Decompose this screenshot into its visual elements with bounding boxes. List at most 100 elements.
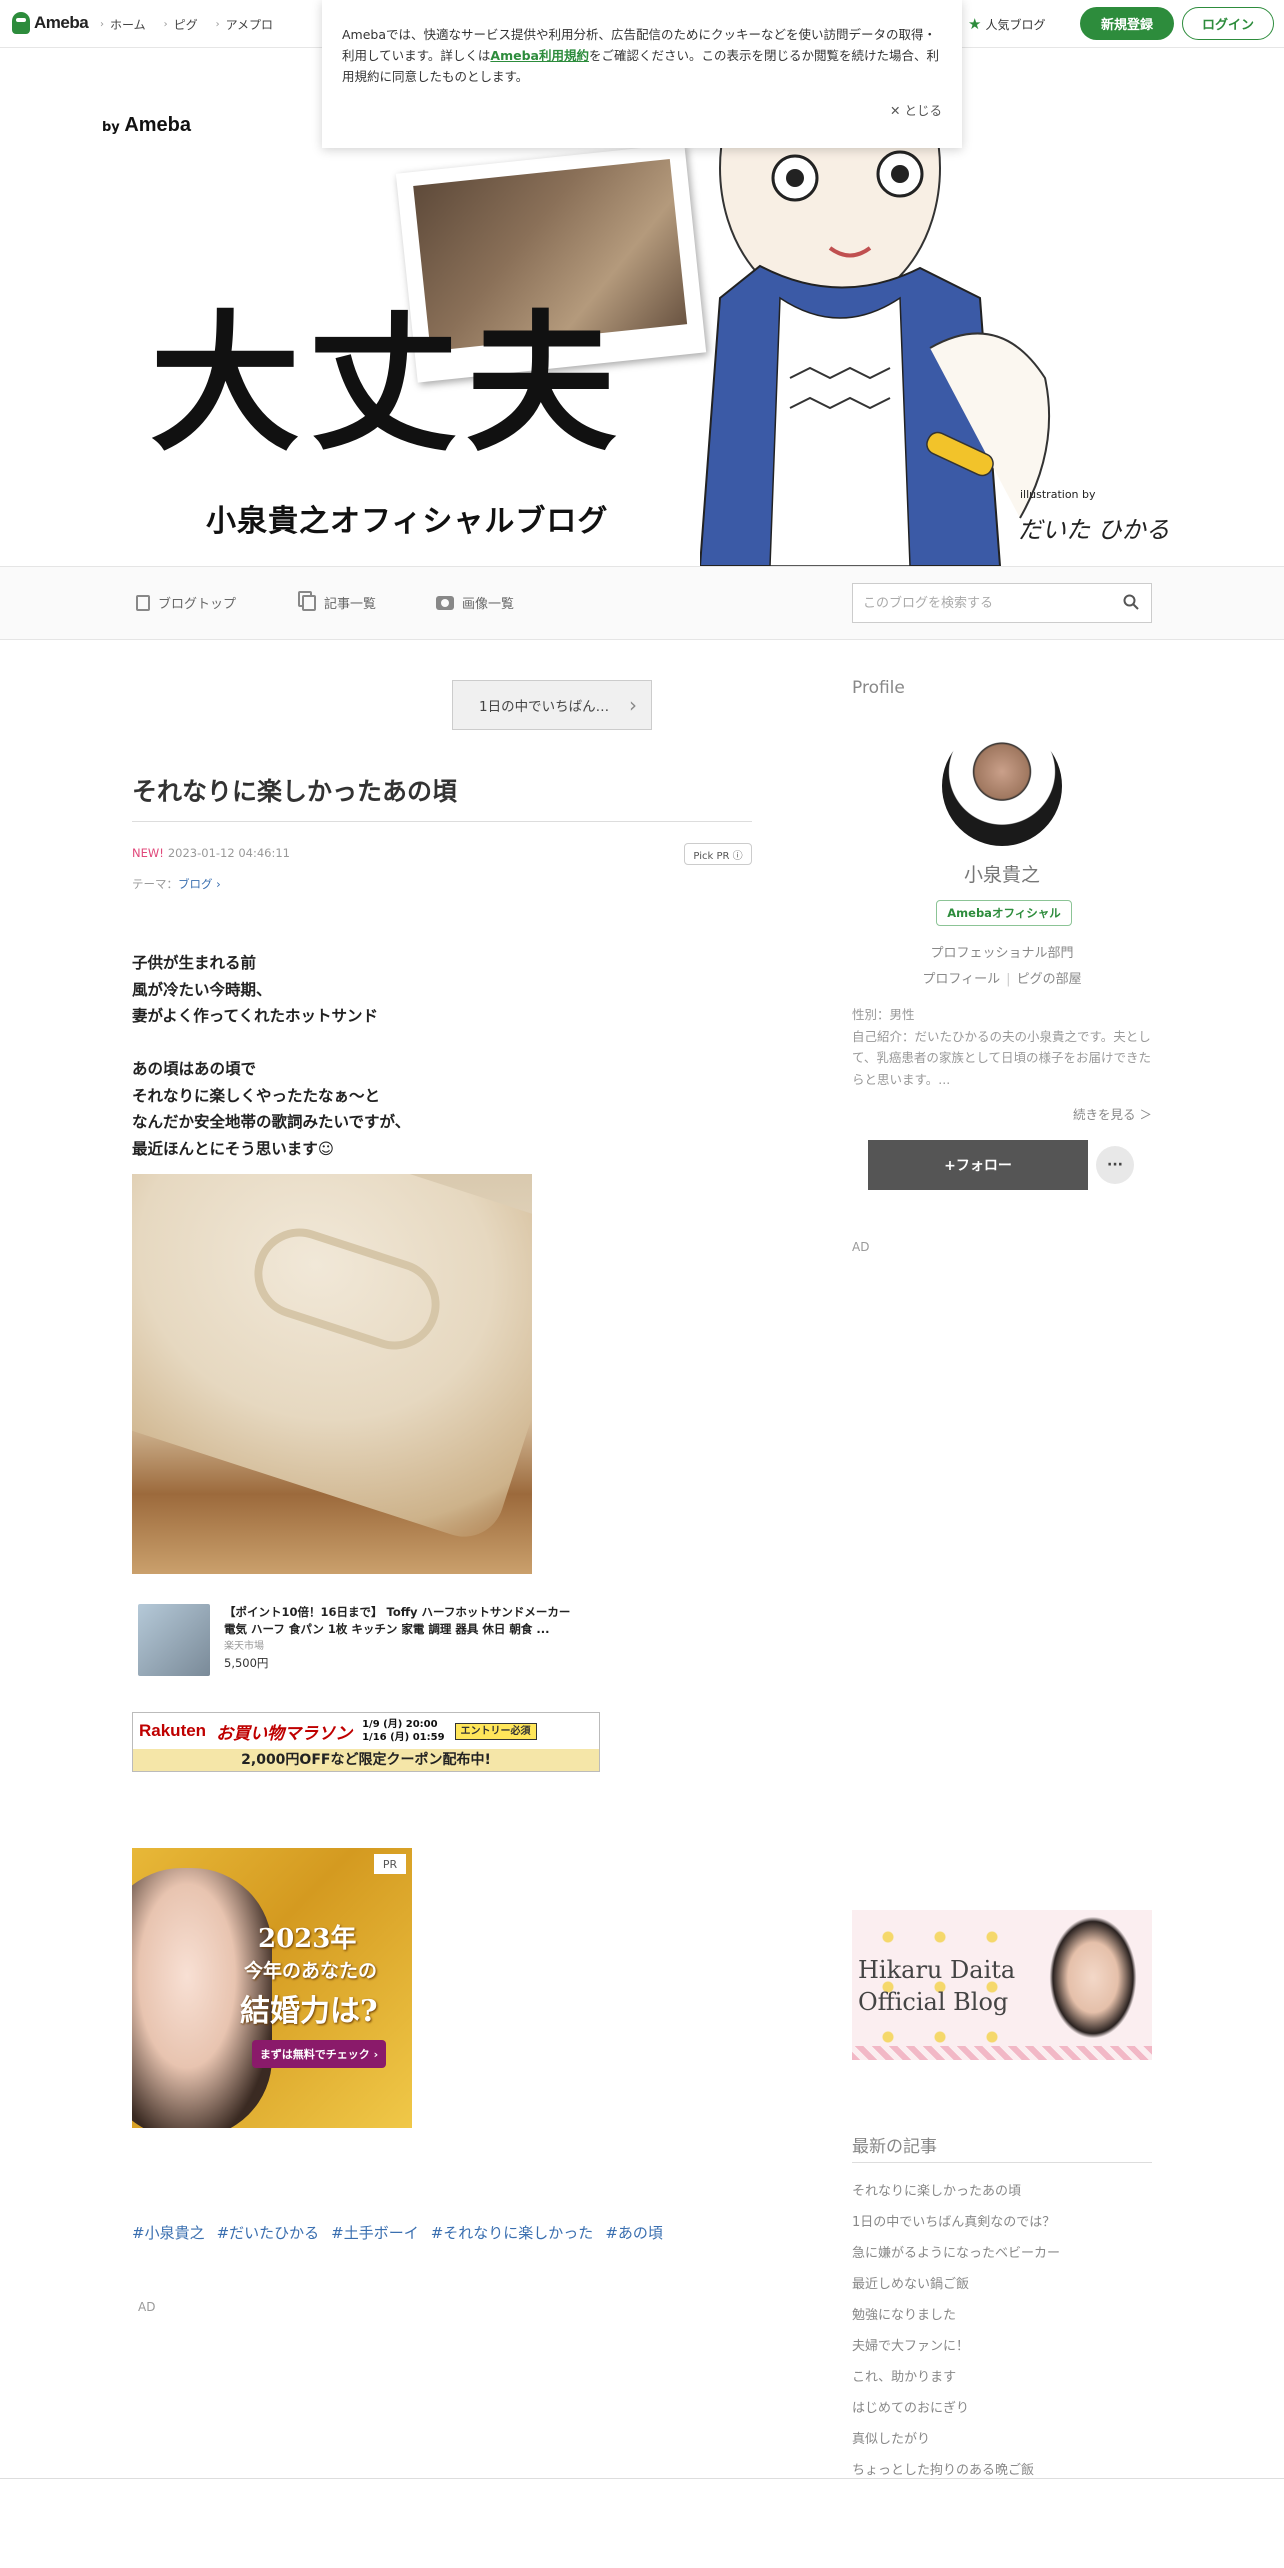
- body-line: それなりに楽しくやったたなぁ〜と: [132, 1086, 381, 1105]
- body-line: 子供が生まれる前: [132, 954, 257, 972]
- recent-entry-link[interactable]: これ、助かります: [852, 2366, 1152, 2397]
- popular-blog-label: 人気ブログ: [985, 17, 1046, 32]
- rakuten-banner[interactable]: Rakuten お買い物マラソン 1/9 (月) 20:00 1/16 (月) 0…: [132, 1712, 600, 1772]
- blog-top-label: ブログトップ: [158, 597, 237, 612]
- illustration-credit: illustration by: [1020, 488, 1096, 501]
- hashtag-link[interactable]: #小泉貴之: [132, 2222, 205, 2243]
- entry-list-link[interactable]: 記事一覧: [302, 593, 376, 612]
- theme-label: テーマ：: [132, 877, 178, 891]
- entry-required-badge: エントリー必須: [454, 1722, 537, 1740]
- profile-intro: 自己紹介：だいたひかるの夫の小泉貴之です。夫として、乳癌患者の家族として日頃の様…: [852, 1028, 1152, 1087]
- recent-entry-link[interactable]: 1日の中でいちばん真剣なのでは？: [852, 2211, 1152, 2242]
- popular-blog-link[interactable]: ★ 人気ブログ: [968, 15, 1045, 33]
- theme-link-text: ブログ: [178, 877, 213, 891]
- theme-link[interactable]: ブログ ›: [178, 877, 221, 891]
- chevron-right-icon: ›: [629, 693, 637, 717]
- image-list-link[interactable]: 画像一覧: [436, 593, 514, 612]
- ad-label: AD: [138, 2300, 156, 2314]
- campaign-end: 1/16 (月) 01:59: [362, 1732, 445, 1743]
- entry-date: 2023-01-12 04:46:11: [167, 846, 290, 860]
- chevron-right-icon: ›: [100, 19, 104, 30]
- recent-entry-link[interactable]: 勉強になりました: [852, 2304, 1152, 2335]
- recent-entry-link[interactable]: ちょっとした拘りのある晩ご飯: [852, 2459, 1152, 2490]
- campaign-dates: 1/9 (月) 20:00 1/16 (月) 01:59: [362, 1718, 444, 1744]
- recent-entry-link[interactable]: それなりに楽しかったあの頃: [852, 2180, 1152, 2211]
- header-title: 大丈夫: [150, 298, 625, 472]
- cookie-notice: Amebaでは、快適なサービス提供や利用分析、広告配信のためにクッキーなどを使い…: [322, 0, 962, 148]
- signup-button[interactable]: 新規登録: [1080, 7, 1174, 40]
- ameba-logo[interactable]: Ameba: [12, 12, 89, 34]
- recent-entry-link[interactable]: 最近しめない鍋ご飯: [852, 2273, 1152, 2304]
- nav-pig[interactable]: › ピグ: [164, 16, 198, 33]
- hashtag-link[interactable]: #それなりに楽しかった: [431, 2222, 594, 2243]
- follow-button[interactable]: +フォロー: [868, 1140, 1088, 1190]
- product-title: 【ポイント10倍！16日まで】 Toffy ハーフホットサンドメーカー 電気 ハ…: [224, 1605, 571, 1636]
- campaign-name: お買い物マラソン: [216, 1723, 353, 1744]
- pick-pr-button[interactable]: Pick PR ⓘ: [684, 843, 752, 865]
- ad-label: AD: [852, 1240, 870, 1254]
- chevron-right-icon: ›: [163, 19, 168, 30]
- hashtag-link[interactable]: #だいたひかる: [217, 2222, 320, 2243]
- nav-ameblo[interactable]: › アメプロ: [216, 16, 273, 33]
- chevron-right-icon: ›: [215, 19, 220, 30]
- rakuten-logo: Rakuten: [139, 1721, 207, 1740]
- entry-list-label: 記事一覧: [324, 597, 377, 612]
- product-price: 5,500円: [224, 1656, 269, 1670]
- product-shop: 楽天市場: [224, 1641, 264, 1652]
- recent-entry-link[interactable]: 真似したがり: [852, 2428, 1152, 2459]
- body-line: 妻がよく作ってくれたホットサンド: [132, 1007, 378, 1025]
- document-icon: [136, 594, 150, 611]
- profile-link[interactable]: プロフィール: [922, 972, 1000, 987]
- more-options-button[interactable]: ···: [1096, 1146, 1134, 1184]
- profile-name[interactable]: 小泉貴之: [852, 860, 1152, 887]
- product-card[interactable]: 【ポイント10倍！16日まで】 Toffy ハーフホットサンドメーカー 電気 ハ…: [138, 1604, 598, 1684]
- product-image: [138, 1604, 210, 1676]
- nav-home[interactable]: › ホーム: [100, 16, 146, 33]
- cookie-close-button[interactable]: ✕ とじる: [890, 100, 942, 121]
- recent-entry-link[interactable]: 急に嫌がるようになったベビーカー: [852, 2242, 1152, 2273]
- entry-body: 子供が生まれる前 風が冷たい今時期、 妻がよく作ってくれたホットサンド あの頃は…: [132, 950, 410, 1162]
- entry-title[interactable]: それなりに楽しかったあの頃: [132, 772, 457, 808]
- search-icon[interactable]: [1123, 594, 1139, 610]
- pr-tag: PR: [374, 1854, 406, 1874]
- read-more-link[interactable]: 続きを見る ＞: [1073, 1104, 1152, 1123]
- hashtag-link[interactable]: #あの頃: [605, 2222, 663, 2243]
- prev-entry-button[interactable]: 1日の中でいちばん… ›: [452, 680, 652, 730]
- body-line: なんだか安全地帯の歌詞みたいですが、: [132, 1113, 411, 1131]
- camera-icon: [436, 595, 454, 610]
- product-info: 【ポイント10倍！16日まで】 Toffy ハーフホットサンドメーカー 電気 ハ…: [224, 1604, 574, 1684]
- recent-entry-link[interactable]: はじめてのおにぎり: [852, 2397, 1152, 2428]
- recent-entries-list: それなりに楽しかったあの頃 1日の中でいちばん真剣なのでは？ 急に嫌がるようにな…: [852, 2180, 1152, 2490]
- body-line: 最近ほんとにそう思います☺︎: [132, 1139, 334, 1158]
- login-button[interactable]: ログイン: [1182, 7, 1274, 40]
- global-nav: › ホーム › ピグ › アメプロ: [100, 16, 273, 33]
- by-label: by: [102, 120, 120, 135]
- recent-entry-link[interactable]: 夫婦で大ファンに！: [852, 2335, 1152, 2366]
- pr-ad-banner[interactable]: PR 2023年 今年のあなたの 結婚力は? まずは無料でチェック ›: [132, 1848, 412, 2128]
- blog-top-link[interactable]: ブログトップ: [136, 593, 236, 612]
- profile-links: プロフィール | ピグの部屋: [852, 968, 1152, 987]
- star-icon: ★: [968, 15, 982, 33]
- banner-line2: Official Blog: [858, 1988, 1009, 2016]
- header-subtitle: 小泉貴之オフィシャルブログ: [206, 504, 609, 539]
- avatar[interactable]: [942, 726, 1062, 846]
- pig-room-link[interactable]: ピグの部屋: [1017, 972, 1082, 987]
- prev-entry-label: 1日の中でいちばん…: [479, 699, 610, 715]
- profile-bio: 性別：男性 自己紹介：だいたひかるの夫の小泉貴之です。夫として、乳癌患者の家族と…: [852, 1004, 1152, 1090]
- search-input[interactable]: [853, 584, 1103, 622]
- hot-sandwich-photo[interactable]: [132, 1174, 532, 1574]
- divider: [0, 2478, 1284, 2479]
- hikaru-daita-blog-banner[interactable]: Hikaru Daita Official Blog: [852, 1910, 1152, 2060]
- nav-home-label: ホーム: [110, 18, 146, 32]
- copy-icon: [302, 594, 316, 611]
- banner-line1: Hikaru Daita: [858, 1956, 1016, 1984]
- terms-link[interactable]: Ameba利用規約: [490, 48, 589, 63]
- pr-cta-button[interactable]: まずは無料でチェック ›: [252, 2040, 386, 2068]
- new-badge: NEW!: [132, 846, 164, 860]
- recent-entries-heading: 最新の記事: [852, 2137, 937, 2157]
- hashtag-link[interactable]: #土手ボーイ: [331, 2222, 419, 2243]
- illustrator-signature: だいた ひかる: [1018, 516, 1170, 544]
- blog-search: [852, 583, 1152, 623]
- body-line: [132, 1030, 410, 1057]
- divider: [852, 2162, 1152, 2163]
